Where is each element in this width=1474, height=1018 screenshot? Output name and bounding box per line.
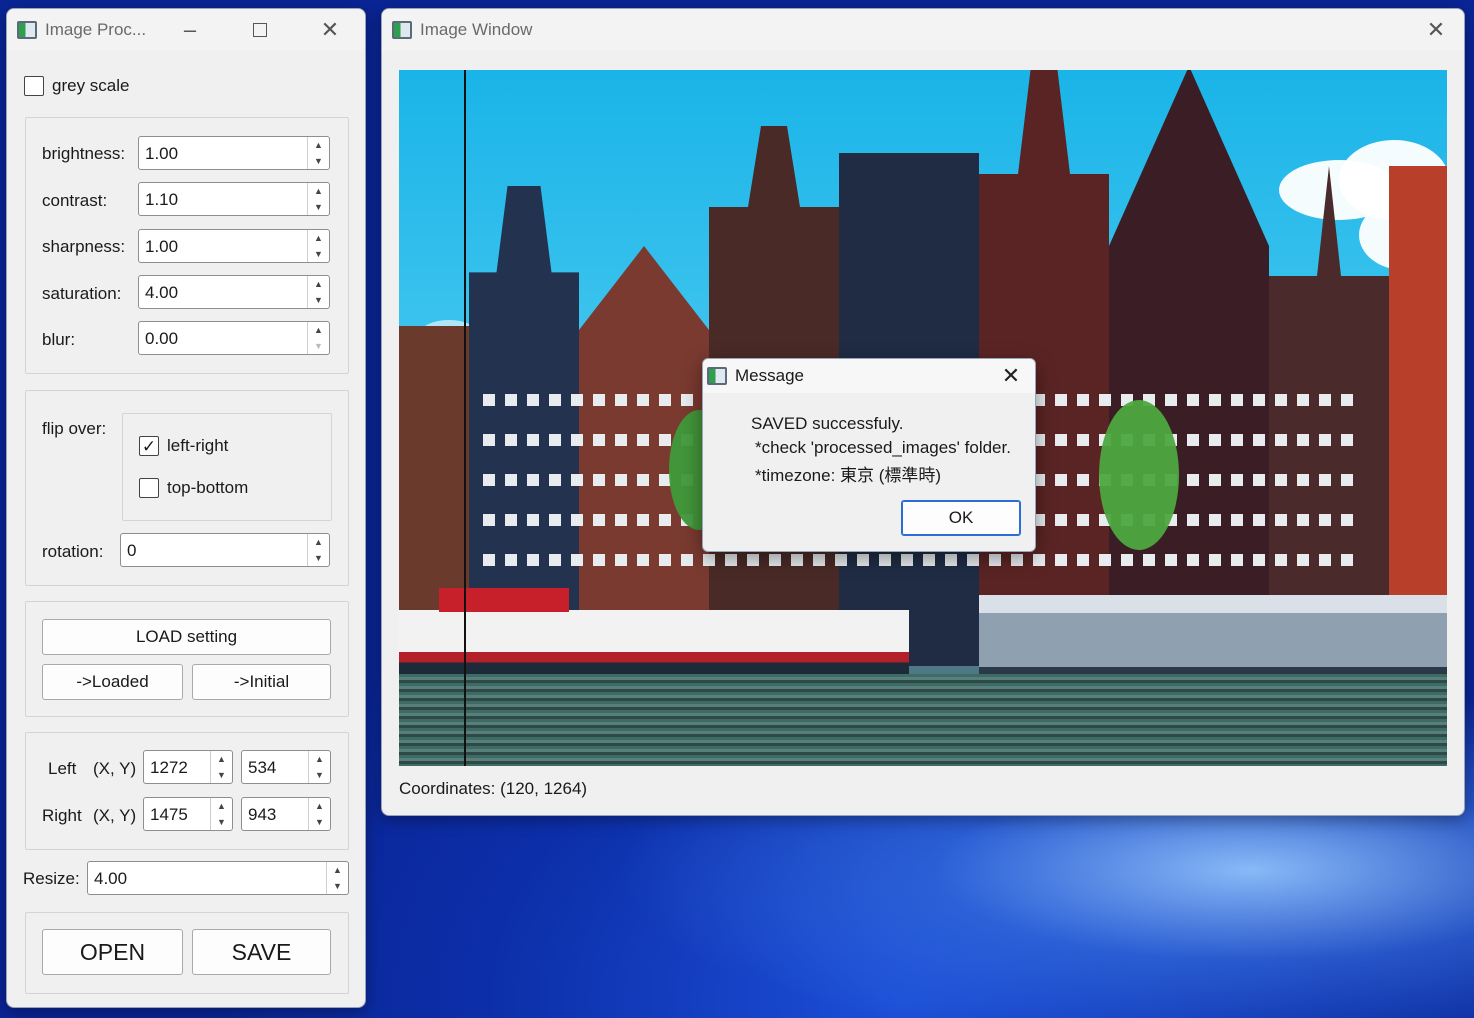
contrast-value: 1.10	[145, 190, 179, 209]
spin-down-icon[interactable]: ▼	[308, 338, 329, 354]
image-window-titlebar[interactable]: Image Window ✕	[382, 9, 1464, 51]
adjustment-group: brightness: 1.00 ▲ ▼ contrast: 1.10 ▲ ▼ sh…	[25, 117, 349, 374]
contrast-spinbox[interactable]: 1.10 ▲ ▼	[138, 182, 330, 216]
spin-down-icon[interactable]: ▼	[211, 767, 232, 783]
panel-titlebar[interactable]: Image Proc... – ✕	[7, 9, 365, 51]
resize-value: 4.00	[94, 869, 128, 888]
spin-down-icon[interactable]: ▼	[308, 246, 329, 262]
to-loaded-button[interactable]: ->Loaded	[42, 664, 183, 700]
spin-up-icon[interactable]: ▲	[308, 183, 329, 199]
ok-button[interactable]: OK	[901, 500, 1021, 536]
spin-down-icon[interactable]: ▼	[308, 199, 329, 215]
brightness-value: 1.00	[145, 144, 179, 163]
spin-up-icon[interactable]: ▲	[309, 751, 330, 767]
open-button[interactable]: OPEN	[42, 929, 183, 975]
right-y-spinbox[interactable]: 943 ▲ ▼	[241, 797, 331, 831]
greyscale-label: grey scale	[52, 76, 130, 95]
spin-down-icon[interactable]: ▼	[309, 767, 330, 783]
spin-down-icon[interactable]: ▼	[309, 814, 330, 830]
spin-down-icon[interactable]: ▼	[211, 814, 232, 830]
spin-up-icon[interactable]: ▲	[308, 322, 329, 338]
file-actions-group: OPEN SAVE	[25, 912, 349, 994]
message-title: Message	[735, 366, 804, 385]
message-line-3: *timezone: 東京 (標準時)	[755, 466, 942, 485]
flip-label: flip over:	[42, 419, 107, 438]
rotation-spinbox[interactable]: 0 ▲ ▼	[120, 533, 330, 567]
spin-up-icon[interactable]: ▲	[308, 534, 329, 550]
left-label: Left	[48, 759, 77, 778]
message-titlebar[interactable]: Message ✕	[703, 359, 1035, 393]
spin-up-icon[interactable]: ▲	[211, 751, 232, 767]
water-reflection	[399, 674, 1447, 766]
flip-top-bottom-label: top-bottom	[167, 478, 249, 497]
sharpness-label: sharpness:	[42, 237, 126, 256]
blur-label: blur:	[42, 330, 76, 349]
resize-spinbox[interactable]: 4.00 ▲ ▼	[87, 861, 349, 895]
left-y-value: 534	[248, 758, 277, 777]
left-x-spinbox[interactable]: 1272 ▲ ▼	[143, 750, 233, 784]
spin-up-icon[interactable]: ▲	[308, 137, 329, 153]
app-icon	[17, 21, 37, 39]
saturation-value: 4.00	[145, 283, 179, 302]
flip-top-bottom-checkbox[interactable]	[139, 478, 159, 498]
sharpness-spinbox[interactable]: 1.00 ▲ ▼	[138, 229, 330, 263]
spin-down-icon[interactable]: ▼	[308, 292, 329, 308]
to-initial-button[interactable]: ->Initial	[192, 664, 331, 700]
flip-left-right-label: left-right	[167, 436, 229, 455]
spin-down-icon[interactable]: ▼	[327, 878, 348, 894]
left-y-spinbox[interactable]: 534 ▲ ▼	[241, 750, 331, 784]
spin-down-icon[interactable]: ▼	[308, 550, 329, 566]
right-x-value: 1475	[150, 805, 188, 824]
save-button[interactable]: SAVE	[192, 929, 331, 975]
spin-up-icon[interactable]: ▲	[327, 862, 348, 878]
close-icon[interactable]: ✕	[1416, 15, 1456, 45]
brightness-spinbox[interactable]: 1.00 ▲ ▼	[138, 136, 330, 170]
blur-value: 0.00	[145, 329, 179, 348]
message-line-1: SAVED successfuly.	[751, 414, 904, 433]
image-processing-window: Image Proc... – ✕ grey scale brightness:…	[6, 8, 366, 1008]
right-y-value: 943	[248, 805, 277, 824]
spin-up-icon[interactable]: ▲	[309, 798, 330, 814]
app-icon	[707, 367, 727, 385]
flip-options-group: ✓ left-right top-bottom	[122, 413, 332, 521]
left-x-value: 1272	[150, 758, 188, 777]
maximize-icon[interactable]	[240, 15, 280, 45]
left-xy-label: (X, Y)	[93, 759, 137, 778]
crop-coordinates-group: Left (X, Y) 1272 ▲ ▼ 534 ▲ ▼ Right (X, Y) …	[25, 732, 349, 850]
rotation-value: 0	[127, 541, 137, 560]
message-dialog: Message ✕ SAVED successfuly. *check 'pro…	[702, 358, 1036, 552]
close-icon[interactable]: ✕	[310, 15, 350, 45]
blur-spinbox[interactable]: 0.00 ▲ ▼	[138, 321, 330, 355]
rotation-label: rotation:	[42, 542, 104, 561]
greyscale-checkbox[interactable]	[24, 76, 44, 96]
spin-up-icon[interactable]: ▲	[308, 230, 329, 246]
sharpness-value: 1.00	[145, 237, 179, 256]
saturation-label: saturation:	[42, 284, 122, 303]
right-label: Right	[42, 806, 82, 825]
brightness-label: brightness:	[42, 144, 126, 163]
load-setting-group: LOAD setting ->Loaded ->Initial	[25, 601, 349, 717]
crop-guide-line	[464, 70, 466, 766]
spin-up-icon[interactable]: ▲	[211, 798, 232, 814]
load-setting-button[interactable]: LOAD setting	[42, 619, 331, 655]
right-x-spinbox[interactable]: 1475 ▲ ▼	[143, 797, 233, 831]
checkmark-icon: ✓	[141, 436, 157, 456]
flip-rotation-group: flip over: ✓ left-right top-bottom rotat…	[25, 390, 349, 586]
spin-down-icon[interactable]: ▼	[308, 153, 329, 169]
resize-label: Resize:	[23, 869, 80, 888]
image-window-title: Image Window	[420, 20, 533, 39]
app-icon	[392, 21, 412, 39]
right-xy-label: (X, Y)	[93, 806, 137, 825]
minimize-icon[interactable]: –	[170, 15, 210, 45]
flip-left-right-checkbox[interactable]: ✓	[139, 436, 159, 456]
saturation-spinbox[interactable]: 4.00 ▲ ▼	[138, 275, 330, 309]
coordinates-readout: Coordinates: (120, 1264)	[399, 779, 588, 798]
panel-title: Image Proc...	[45, 20, 147, 39]
contrast-label: contrast:	[42, 191, 108, 210]
close-icon[interactable]: ✕	[991, 361, 1031, 391]
spin-up-icon[interactable]: ▲	[308, 276, 329, 292]
message-line-2: *check 'processed_images' folder.	[755, 438, 1011, 457]
